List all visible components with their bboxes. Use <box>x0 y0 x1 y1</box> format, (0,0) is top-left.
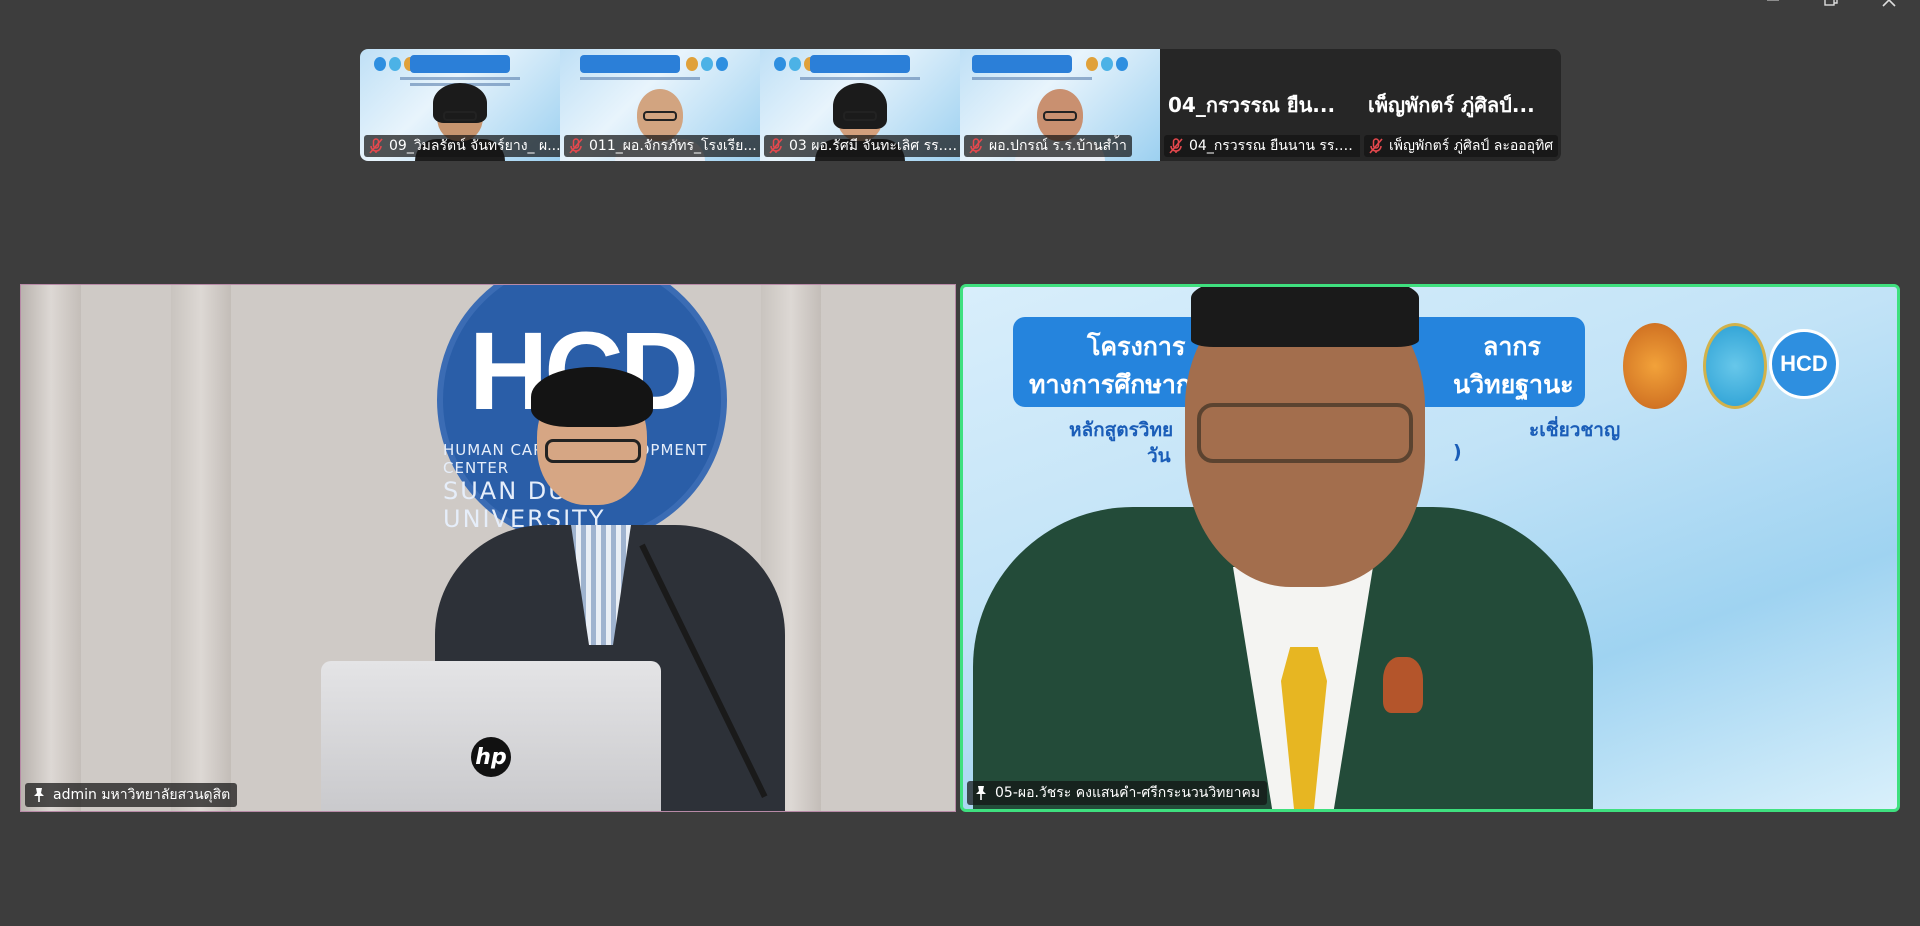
participant-thumbnail[interactable]: เพ็ญพักตร์ ภู่ศิลป์... เพ็ญพักตร์ ภู่ศิล… <box>1360 49 1560 161</box>
mic-off-icon <box>769 138 783 154</box>
minimize-icon <box>1767 0 1779 1</box>
participant-thumbnail[interactable]: 03 ผอ.รัศมี จันทะเลิศ รร.ว... <box>760 49 960 161</box>
participant-name-label: ผอ.ปกรณ์ ร.ร.บ้านสำ้า <box>964 135 1132 157</box>
ministry-logo-icon <box>1086 57 1098 71</box>
pin-icon <box>976 786 986 800</box>
hcd-logo-icon <box>774 57 786 71</box>
slide-banner <box>810 55 910 73</box>
university-logo-icon <box>789 57 801 71</box>
participant-name-label: admin มหาวิทยาลัยสวนดุสิต <box>25 783 238 807</box>
participant-name-label: 011_ผอ.จักรภัทร_โรงเรีย... <box>564 135 760 157</box>
participant-name-label: 03 ผอ.รัศมี จันทะเลิศ รร.ว... <box>764 135 960 157</box>
participant-big-name: เพ็ญพักตร์ ภู่ศิลป์... <box>1368 93 1535 117</box>
participant-name-label: 04_กรวรรณ ยืนนาน รร.บ... <box>1164 135 1360 157</box>
mic-off-icon <box>969 138 983 154</box>
slide-subtext <box>580 77 700 80</box>
participant-thumbnail[interactable]: 011_ผอ.จักรภัทร_โรงเรีย... <box>560 49 760 161</box>
participant-name-label: 09_วิมลรัตน์ จันทร์ยาง_ ผ... <box>364 135 560 157</box>
pin-icon <box>34 788 44 802</box>
participant-thumbnail[interactable]: 09_วิมลรัตน์ จันทร์ยาง_ ผ... <box>360 49 560 161</box>
participant-name: ผอ.ปกรณ์ ร.ร.บ้านสำ้า <box>989 138 1127 154</box>
main-video-tile-left[interactable]: HCD HUMAN CAPITAL DEVELOPMENT CENTER SUA… <box>20 284 956 812</box>
close-button[interactable] <box>1878 0 1900 14</box>
hcd-logo-icon <box>374 57 386 71</box>
logo-group <box>1086 57 1128 71</box>
curtain <box>21 285 81 811</box>
main-video-tile-right-active-speaker[interactable]: โครงการ ลากร ทางการศึกษาก นวิทยฐานะ หลัก… <box>960 284 1900 812</box>
curtain <box>171 285 231 811</box>
participant-thumbnail[interactable]: 04_กรวรรณ ยืน... 04_กรวรรณ ยืนนาน รร.บ..… <box>1160 49 1360 161</box>
participant-name: 04_กรวรรณ ยืนนาน รร.บ... <box>1189 138 1360 154</box>
slide-banner <box>410 55 510 73</box>
mic-off-icon <box>569 138 583 154</box>
university-logo-icon <box>1101 57 1113 71</box>
mic-off-icon <box>1169 138 1183 154</box>
speaker-video <box>963 287 1897 809</box>
participant-name: 03 ผอ.รัศมี จันทะเลิศ รร.ว... <box>789 138 960 154</box>
university-logo-icon <box>389 57 401 71</box>
slide-subtext <box>972 77 1092 80</box>
university-logo-icon <box>701 57 713 71</box>
hcd-logo-icon <box>1116 57 1128 71</box>
window-controls <box>1762 0 1900 14</box>
slide-banner <box>972 55 1072 73</box>
participant-big-name: 04_กรวรรณ ยืน... <box>1168 93 1336 117</box>
mic-off-icon <box>1369 138 1383 154</box>
restore-button[interactable] <box>1820 0 1842 14</box>
participant-name-label: 05-ผอ.วัชระ คงแสนคำ-ศรีกระนวนวิทยาคม <box>967 781 1268 805</box>
participant-name: 011_ผอ.จักรภัทร_โรงเรีย... <box>589 138 757 154</box>
participant-name-label: เพ็ญพักตร์ ภู่ศิลป์ ละอออุทิศ <box>1364 135 1559 157</box>
participant-thumbnail[interactable]: ผอ.ปกรณ์ ร.ร.บ้านสำ้า <box>960 49 1160 161</box>
participant-name: admin มหาวิทยาลัยสวนดุสิต <box>53 787 231 803</box>
slide-subtext <box>800 77 920 80</box>
minimize-button[interactable] <box>1762 0 1784 14</box>
laptop: hp <box>321 661 661 811</box>
close-icon <box>1882 0 1896 7</box>
slide-banner <box>580 55 680 73</box>
restore-icon <box>1824 0 1838 6</box>
participant-name: 09_วิมลรัตน์ จันทร์ยาง_ ผ... <box>389 138 560 154</box>
participant-thumbnail-strip: 09_วิมลรัตน์ จันทร์ยาง_ ผ... 011_ผอ.จักร… <box>360 49 1561 161</box>
hcd-logo-icon <box>716 57 728 71</box>
participant-name: เพ็ญพักตร์ ภู่ศิลป์ ละอออุทิศ <box>1389 138 1554 154</box>
hp-logo: hp <box>471 737 511 777</box>
ministry-logo-icon <box>686 57 698 71</box>
participant-name: 05-ผอ.วัชระ คงแสนคำ-ศรีกระนวนวิทยาคม <box>995 785 1261 801</box>
logo-group <box>686 57 728 71</box>
slide-subtext <box>400 77 520 80</box>
mic-off-icon <box>369 138 383 154</box>
